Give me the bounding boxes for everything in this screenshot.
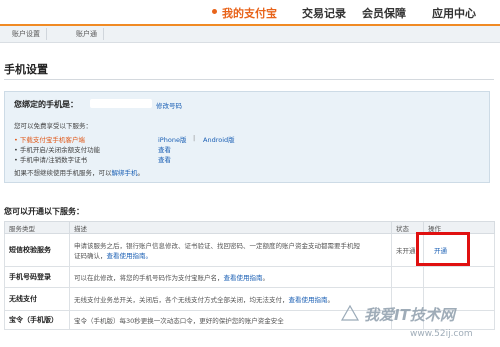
description-line: 申请该服务之后，银行账户信息修改、证书验证、找回密码、一定额度的账户资金支动都需… — [74, 242, 360, 250]
nav-member-protection[interactable]: 会员保障 — [362, 5, 406, 21]
sub-tabs: 账户设置 账户通 — [0, 26, 500, 43]
watermark-logo-icon — [340, 304, 360, 321]
service-action-cell — [423, 266, 495, 288]
description-text: 可以在此修改，将您的手机号码作为支付宝账户名， — [74, 274, 224, 282]
description-line: 证码确认，查看使用指南。 — [74, 250, 387, 260]
service-status — [391, 266, 424, 288]
view-certificate-link[interactable]: 查看 — [158, 154, 171, 164]
tab-account-settings[interactable]: 账户设置 — [6, 28, 47, 40]
nav-app-center[interactable]: 应用中心 — [432, 5, 476, 21]
bound-phone-label: 您绑定的手机是： — [14, 100, 78, 109]
service-description: 可以在此修改，将您的手机号码作为支付宝账户名，查看使用指南。 — [69, 266, 392, 288]
unbind-phone-link[interactable]: 解绑手机 — [112, 169, 138, 177]
service-name: 宝令（手机版） — [4, 310, 70, 330]
service-name: 无线支付 — [4, 287, 70, 311]
description-end: 。 — [327, 296, 335, 304]
usage-guide-link[interactable]: 查看使用指南。 — [107, 252, 153, 260]
nav-label: 我的支付宝 — [222, 7, 277, 20]
column-header: 描述 — [69, 221, 392, 234]
link-separator: | — [193, 134, 196, 142]
description-end: 。 — [262, 274, 270, 282]
iphone-version-link[interactable]: iPhone版 — [158, 134, 186, 144]
top-navigation: 我的支付宝 交易记录 会员保障 应用中心 — [0, 0, 500, 24]
column-header: 服务类型 — [4, 221, 70, 234]
page-title: 手机设置 — [4, 63, 48, 76]
nav-transactions[interactable]: 交易记录 — [302, 5, 346, 21]
nav-label: 交易记录 — [302, 7, 346, 20]
service-description: 申请该服务之后，银行账户信息修改、证书验证、找回密码、一定额度的账户资金支动都需… — [69, 233, 392, 267]
view-balance-payment-link[interactable]: 查看 — [158, 144, 171, 154]
watermark-title: 我爱IT技术网 — [364, 306, 458, 324]
tab-account-connect[interactable]: 账户通 — [70, 28, 104, 40]
nav-label: 应用中心 — [432, 7, 476, 20]
balance-payment-item: • 手机开启/关闭余额支付功能 — [14, 146, 101, 154]
nav-label: 会员保障 — [362, 7, 406, 20]
usage-guide-link[interactable]: 查看使用指南 — [224, 274, 263, 282]
masked-phone-number — [90, 99, 152, 108]
highlight-box — [416, 232, 470, 266]
change-number-link[interactable]: 修改号码 — [156, 100, 182, 110]
digital-certificate-item: • 手机申请/注销数字证书 — [14, 156, 88, 164]
usage-guide-link[interactable]: 查看使用指南 — [289, 296, 328, 304]
services-title: 您可以开通以下服务： — [4, 207, 84, 216]
unbind-suffix: 。 — [137, 169, 145, 177]
active-indicator-dot — [212, 9, 217, 14]
android-version-link[interactable]: Android版 — [203, 134, 235, 144]
service-name: 短信校验服务 — [4, 233, 70, 267]
site-watermark: 我爱IT技术网 www.52ij.com — [340, 304, 473, 339]
service-name: 手机号码登录 — [4, 266, 70, 288]
description-text: 无线支付业务总开关，关闭后，各个无线支付方式全部关闭，均无法支付， — [74, 296, 289, 304]
free-services-intro: 您可以免费享受以下服务： — [14, 122, 92, 130]
unbind-text: 如果不想继续使用手机服务，可以解绑手机。 — [14, 167, 144, 177]
description-text: 证码确认， — [74, 252, 107, 260]
unbind-prefix: 如果不想继续使用手机服务，可以 — [14, 169, 112, 177]
table-row: 手机号码登录 可以在此修改，将您的手机号码作为支付宝账户名，查看使用指南。 — [4, 266, 495, 288]
download-client-item: • 下载支付宝手机客户端 — [14, 136, 85, 144]
title-divider — [4, 79, 494, 80]
nav-my-alipay[interactable]: 我的支付宝 — [212, 5, 277, 21]
watermark-url: www.52ij.com — [410, 329, 473, 339]
